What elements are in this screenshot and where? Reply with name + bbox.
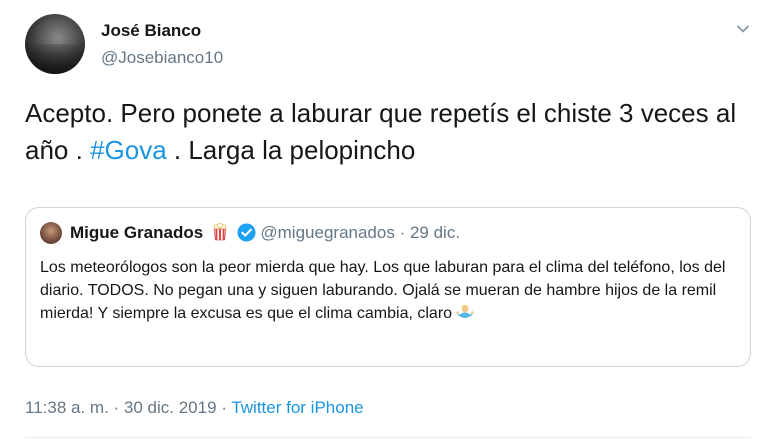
hashtag-link[interactable]: #Gova <box>90 135 167 165</box>
quoted-author-handle: @miguegranados <box>260 223 395 242</box>
quoted-author-avatar <box>40 222 62 244</box>
author-handle[interactable]: @Josebianco10 <box>101 48 223 68</box>
tweet-meta: 11:38 a. m. · 30 dic. 2019 · Twitter for… <box>25 398 364 418</box>
quoted-tweet[interactable]: Migue Granados @miguegranados · 29 dic. … <box>25 207 751 367</box>
timestamp[interactable]: 11:38 a. m. · 30 dic. 2019 · <box>25 398 231 417</box>
author-avatar[interactable] <box>25 14 85 74</box>
quoted-author-name: Migue Granados <box>70 223 204 242</box>
source-link[interactable]: Twitter for iPhone <box>231 398 363 417</box>
quoted-header: Migue Granados @miguegranados · 29 dic. <box>70 222 460 244</box>
tweet-text-after: . Larga la pelopincho <box>166 135 416 165</box>
quoted-date[interactable]: 29 dic. <box>410 223 460 242</box>
person-shrugging-emoji-icon <box>456 304 475 318</box>
verified-badge-icon <box>237 223 256 242</box>
chevron-down-icon[interactable] <box>736 22 750 36</box>
quoted-separator: · <box>394 223 410 242</box>
quoted-text: Los meteorólogos son la peor mierda que … <box>40 256 740 325</box>
author-name[interactable]: José Bianco <box>101 21 201 41</box>
divider <box>25 437 751 438</box>
popcorn-emoji-icon <box>213 223 227 241</box>
tweet-text: Acepto. Pero ponete a laburar que repetí… <box>25 95 745 169</box>
quoted-text-content: Los meteorólogos son la peor mierda que … <box>40 259 726 322</box>
